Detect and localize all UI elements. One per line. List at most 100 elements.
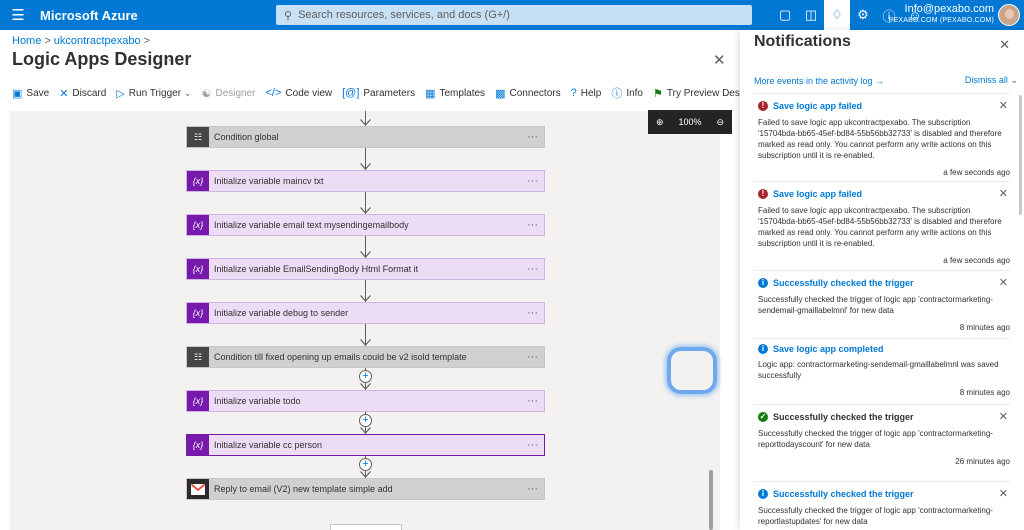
step-initialize-variable[interactable]: {x} Initialize variable EmailSendingBody… <box>186 258 545 280</box>
connectors-button[interactable]: ▩ Connectors <box>495 87 561 100</box>
notification-title: Save logic app failed <box>773 100 863 111</box>
bell-icon[interactable]: ♢ <box>824 0 850 30</box>
close-icon[interactable]: ✕ <box>999 187 1008 200</box>
designer-button[interactable]: ☯ Designer <box>202 87 256 100</box>
connectors-icon: ▩ <box>495 87 506 100</box>
code-icon: </> <box>265 87 282 99</box>
notification-body: Successfully checked the trigger of logi… <box>758 506 993 526</box>
more-events-link[interactable]: More events in the activity log → <box>754 76 884 86</box>
variable-icon: {x} <box>187 303 209 323</box>
save-button[interactable]: ▣ Save <box>12 87 49 100</box>
close-icon[interactable]: ✕ <box>999 276 1008 289</box>
designer-icon: ☯ <box>201 87 212 100</box>
help-button[interactable]: ? Help <box>571 87 602 99</box>
arrow-down-icon <box>360 471 371 478</box>
avatar[interactable] <box>998 4 1020 26</box>
step-label: Initialize variable maincv txt <box>214 176 324 186</box>
notification-card[interactable]: i Successfully checked the trigger ✕ Succe… <box>754 481 1010 527</box>
discard-button[interactable]: ✕ Discard <box>59 87 106 100</box>
directory-filter-icon[interactable]: ◫ <box>798 0 824 30</box>
brand-title[interactable]: Microsoft Azure <box>40 8 138 23</box>
arrow-down-icon <box>360 427 371 434</box>
step-more-icon[interactable]: ··· <box>527 483 538 495</box>
insert-step-plus-icon[interactable]: + <box>359 414 372 427</box>
step-label: Reply to email (V2) new template simple … <box>214 484 393 494</box>
insert-step-plus-icon[interactable]: + <box>359 370 372 383</box>
gmail-icon <box>187 479 209 499</box>
step-more-icon[interactable]: ··· <box>527 175 538 187</box>
gear-icon[interactable]: ⚙ <box>850 0 876 30</box>
step-label: Initialize variable EmailSendingBody Htm… <box>214 264 419 274</box>
condition-icon: ☷ <box>187 347 209 367</box>
breadcrumb-resource[interactable]: ukcontractpexabo <box>54 35 141 47</box>
step-more-icon[interactable]: ··· <box>527 131 538 143</box>
breadcrumb: Home > ukcontractpexabo > <box>12 35 153 47</box>
step-more-icon[interactable]: ··· <box>527 395 538 407</box>
close-icon[interactable]: ✕ <box>999 487 1008 500</box>
notification-card[interactable]: i Successfully checked the trigger ✕ Succe… <box>754 270 1010 332</box>
search-input[interactable] <box>298 9 739 21</box>
step-label: Initialize variable debug to sender <box>214 308 349 318</box>
step-condition-global[interactable]: ☷ Condition global ··· <box>186 126 545 148</box>
step-more-icon[interactable]: ··· <box>527 307 538 319</box>
close-icon[interactable]: ✕ <box>999 410 1008 423</box>
step-initialize-variable[interactable]: {x} Initialize variable email text mysen… <box>186 214 545 236</box>
notifications-scrollbar[interactable] <box>1019 95 1022 215</box>
info-icon: i <box>758 344 768 354</box>
search-icon: ⚲ <box>284 9 293 22</box>
code-view-button[interactable]: </> Code view <box>266 87 333 99</box>
notification-title: Save logic app completed <box>773 344 884 354</box>
step-condition-fixed-opening[interactable]: ☷ Condition till fixed opening up emails… <box>186 346 545 368</box>
insert-step-plus-icon[interactable]: + <box>359 458 372 471</box>
step-initialize-variable[interactable]: {x} Initialize variable todo ··· <box>186 390 545 412</box>
error-icon: ! <box>758 100 768 111</box>
step-more-icon[interactable]: ··· <box>527 219 538 231</box>
step-initialize-variable-selected[interactable]: {x} Initialize variable cc person ··· <box>186 434 545 456</box>
close-icon[interactable]: ✕ <box>999 99 1008 112</box>
run-trigger-button[interactable]: ▷ Run Trigger ⌄ <box>116 87 191 100</box>
search-box[interactable]: ⚲ <box>276 5 752 25</box>
step-more-icon[interactable]: ··· <box>527 439 538 451</box>
step-more-icon[interactable]: ··· <box>527 263 538 275</box>
step-initialize-variable[interactable]: {x} Initialize variable maincv txt ··· <box>186 170 545 192</box>
notification-card[interactable]: ! Save logic app failed ✕ Failed to save l… <box>754 93 1010 177</box>
parameters-icon: [@] <box>342 87 360 99</box>
zoom-level: 100% <box>678 117 702 127</box>
canvas-scrollbar[interactable] <box>706 111 716 530</box>
dismiss-all-button[interactable]: Dismiss all ⌄ <box>965 75 1018 86</box>
close-icon[interactable]: ✕ <box>999 37 1010 53</box>
arrow-down-icon <box>360 207 371 214</box>
info-button[interactable]: ⓘ Info <box>611 85 643 101</box>
breadcrumb-home[interactable]: Home <box>12 35 41 47</box>
chevron-down-icon: ⌄ <box>184 87 192 98</box>
step-initialize-variable[interactable]: {x} Initialize variable debug to sender … <box>186 302 545 324</box>
step-label: Initialize variable todo <box>214 396 301 406</box>
zoom-in-icon[interactable]: ⊕ <box>656 117 664 128</box>
close-icon[interactable]: ✕ <box>713 51 726 69</box>
checkmark-icon: ✓ <box>758 411 768 422</box>
zoom-out-icon[interactable]: ⊖ <box>716 117 724 128</box>
step-more-icon[interactable]: ··· <box>527 351 538 363</box>
chevron-right-icon: > <box>44 35 51 47</box>
canvas-scrollbar-thumb[interactable] <box>709 470 713 530</box>
notification-card[interactable]: i Save logic app completed Logic app: con… <box>754 338 1010 397</box>
templates-button[interactable]: ▦ Templates <box>425 87 485 100</box>
more-options-icon[interactable]: ··· <box>159 52 172 67</box>
new-step-button[interactable] <box>330 524 402 530</box>
notifications-title: Notifications <box>754 33 851 50</box>
notification-title: Successfully checked the trigger <box>773 411 914 422</box>
error-icon: ! <box>758 188 768 199</box>
notification-title: Successfully checked the trigger <box>773 277 914 288</box>
chevron-down-icon: ⌄ <box>1010 75 1018 85</box>
save-icon: ▣ <box>12 87 23 100</box>
hamburger-menu-icon[interactable]: ☰ <box>0 6 36 24</box>
variable-icon: {x} <box>187 391 209 411</box>
notification-card[interactable]: ! Save logic app failed ✕ Failed to save l… <box>754 181 1010 265</box>
parameters-button[interactable]: [@] Parameters <box>342 87 415 99</box>
terminal-icon[interactable]: ▢ <box>772 0 798 30</box>
arrow-down-icon <box>360 163 371 170</box>
account-info[interactable]: Info@pexabo.com PEXABO.COM (PEXABO.COM) <box>889 3 994 27</box>
step-reply-to-email[interactable]: Reply to email (V2) new template simple … <box>186 478 545 500</box>
notification-card[interactable]: ✓ Successfully checked the trigger ✕ Succe… <box>754 404 1010 466</box>
templates-icon: ▦ <box>425 87 436 100</box>
